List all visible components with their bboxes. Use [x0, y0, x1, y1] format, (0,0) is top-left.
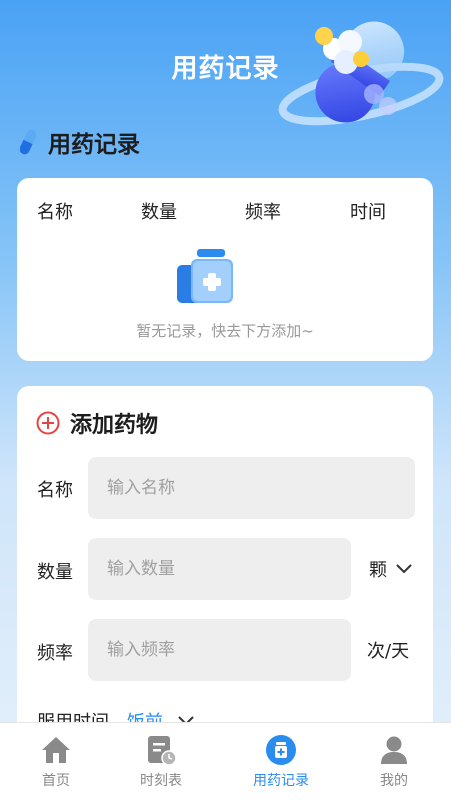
empty-state-text: 暂无记录，快去下方添加~: [136, 322, 314, 340]
tab-mine[interactable]: 我的: [349, 723, 439, 801]
records-section-title: 用药记录: [48, 132, 140, 158]
pill-icon: [20, 129, 36, 155]
frequency-input[interactable]: [88, 619, 351, 681]
add-medicine-title: 添加药物: [70, 413, 159, 438]
quantity-input[interactable]: [88, 538, 351, 600]
column-header-quantity: 数量: [141, 202, 177, 223]
empty-medicine-box-icon: [177, 249, 233, 303]
tab-mine-label: 我的: [380, 773, 408, 789]
home-icon: [42, 737, 70, 763]
tab-schedule-label: 时刻表: [140, 773, 182, 789]
medicine-record-icon: [266, 735, 296, 765]
tab-schedule[interactable]: 时刻表: [116, 723, 206, 801]
add-circle-icon: [36, 411, 60, 435]
quantity-unit-select[interactable]: 颗: [369, 556, 413, 582]
frequency-unit: 次/天: [367, 637, 409, 663]
quantity-label: 数量: [37, 562, 73, 583]
records-section-header: 用药记录: [20, 124, 140, 160]
column-header-name: 名称: [37, 202, 73, 223]
frequency-unit-value: 次/天: [367, 641, 410, 662]
tab-home[interactable]: 首页: [11, 723, 101, 801]
schedule-icon: [148, 736, 177, 766]
name-input[interactable]: [88, 457, 415, 519]
add-medicine-header: 添加药物: [36, 406, 158, 440]
capsule-illustration-icon: [278, 21, 444, 126]
records-card: 名称 数量 频率 时间 暂无记录，快去下方添加~: [17, 178, 433, 361]
column-header-time: 时间: [350, 202, 386, 223]
tab-home-label: 首页: [42, 773, 70, 789]
chevron-down-icon: [396, 564, 412, 574]
user-icon: [381, 736, 407, 764]
tab-medicine-record[interactable]: 用药记录: [236, 723, 326, 801]
frequency-label: 频率: [37, 643, 73, 664]
tab-medicine-record-label: 用药记录: [253, 773, 309, 789]
bottom-tab-bar: 首页 时刻表 用药记录 我的: [0, 722, 451, 801]
name-label: 名称: [37, 480, 73, 501]
column-header-frequency: 频率: [245, 202, 281, 223]
quantity-unit-value: 颗: [369, 560, 387, 581]
records-table-header: 名称 数量 频率 时间: [17, 198, 433, 224]
